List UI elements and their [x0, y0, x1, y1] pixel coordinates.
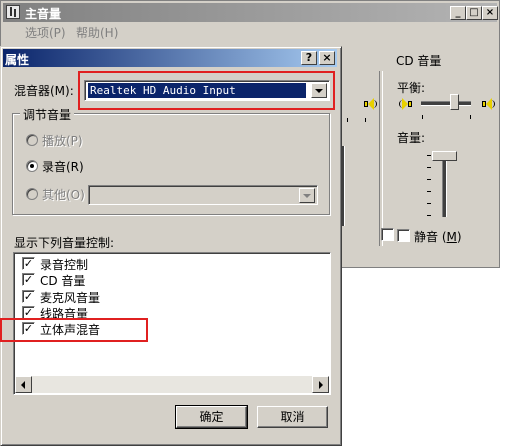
ok-button[interactable]: 确定	[175, 405, 248, 429]
scroll-right-icon[interactable]	[312, 376, 329, 393]
tick-mark	[365, 118, 366, 122]
radio-recording[interactable]	[26, 160, 38, 172]
radio-playback-label: 播放(P)	[42, 134, 83, 148]
minimize-button[interactable]: _	[450, 6, 466, 20]
maximize-button[interactable]: □	[466, 6, 482, 20]
list-item-label: 录音控制	[40, 258, 89, 272]
list-item-label: CD 音量	[40, 274, 86, 288]
scroll-left-icon[interactable]	[15, 376, 32, 393]
cd-mute-checkbox[interactable]	[397, 229, 410, 242]
cancel-button[interactable]: 取消	[257, 406, 328, 428]
mixer-title-bar[interactable]: 主音量 _ □ ×	[3, 3, 498, 22]
close-button[interactable]: ×	[482, 6, 498, 20]
menu-options[interactable]: 选项(P)	[25, 24, 66, 41]
other-device-select[interactable]	[88, 185, 318, 205]
list-horizontal-scrollbar[interactable]	[15, 376, 329, 393]
tick-mark	[427, 179, 431, 180]
menu-help[interactable]: 帮助(H)	[76, 24, 118, 41]
mixer-menu-bar: 选项(P) 帮助(H)	[3, 22, 497, 40]
tick-mark	[470, 115, 471, 119]
adjust-volume-group-label: 调节音量	[20, 106, 75, 123]
cd-balance-label: 平衡:	[397, 81, 426, 95]
list-item-checkbox[interactable]: ✓	[22, 290, 35, 303]
cd-balance-slider-thumb[interactable]	[450, 94, 459, 110]
mixer-app-icon	[6, 5, 20, 19]
volume-controls-list-label: 显示下列音量控制:	[14, 236, 115, 250]
tick-mark	[427, 215, 431, 216]
list-item-checkbox[interactable]: ✓	[22, 257, 35, 270]
radio-recording-label: 录音(R)	[42, 160, 84, 174]
list-item-checkbox[interactable]: ✓	[22, 273, 35, 286]
highlight-box-mixer	[78, 71, 335, 110]
radio-playback[interactable]	[26, 134, 38, 146]
speaker-right-icon	[481, 97, 495, 111]
list-item-label: 麦克风音量	[40, 291, 101, 305]
speaker-right-icon	[363, 97, 377, 111]
mixer-title: 主音量	[25, 7, 62, 21]
dialog-title: 属性	[5, 53, 30, 67]
highlight-box-stereo-mix	[0, 318, 148, 342]
radio-other-label: 其他(O)	[42, 188, 85, 202]
tick-mark	[422, 115, 423, 119]
tick-mark	[347, 118, 348, 122]
cd-volume-slider-track[interactable]	[442, 153, 447, 217]
cd-volume-slider-thumb[interactable]	[432, 151, 457, 161]
cd-volume-label: 音量:	[397, 131, 426, 145]
help-button[interactable]: ?	[301, 51, 317, 65]
mixer-device-label: 混音器(M):	[14, 84, 74, 98]
cd-balance-slider-track[interactable]	[421, 101, 471, 106]
tick-mark	[427, 203, 431, 204]
hidden-channel-mute-checkbox[interactable]	[381, 228, 394, 241]
speaker-left-icon	[399, 97, 413, 111]
cd-volume-title: CD 音量	[396, 54, 442, 68]
channel-divider	[379, 71, 383, 246]
tick-mark	[427, 167, 431, 168]
dialog-close-button[interactable]: ×	[319, 51, 335, 65]
radio-other[interactable]	[26, 188, 38, 200]
tick-mark	[427, 155, 431, 156]
dialog-title-bar[interactable]: 属性 ? ×	[3, 49, 337, 67]
tick-mark	[427, 191, 431, 192]
chevron-down-icon[interactable]	[299, 188, 315, 203]
cd-mute-label[interactable]: 静音 (M)	[414, 228, 462, 245]
